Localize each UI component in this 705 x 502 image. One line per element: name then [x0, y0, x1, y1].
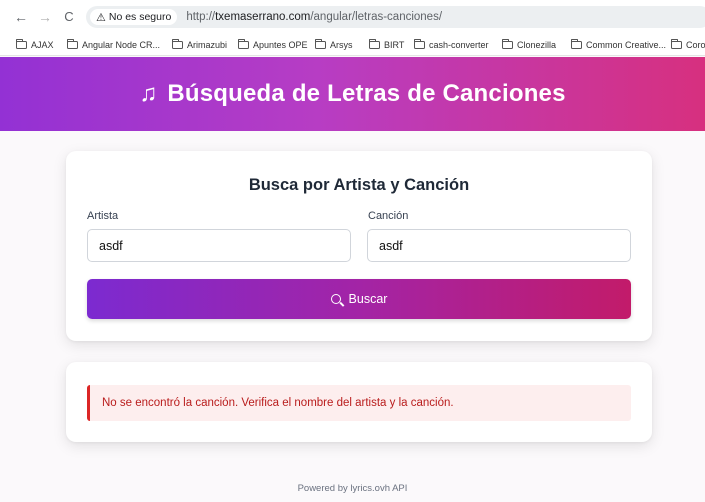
page-title: Búsqueda de Letras de Canciones [167, 80, 566, 107]
bookmark-item[interactable]: Apuntes OPE [238, 39, 308, 50]
bookmark-item[interactable]: Angular Node CR... [67, 39, 160, 50]
url-prefix: http:// [186, 11, 216, 23]
folder-icon [238, 39, 249, 49]
folder-icon [67, 39, 78, 49]
bookmark-item[interactable]: Coro [671, 39, 705, 50]
url-text[interactable]: http://txemaserrano.com/angular/letras-c… [186, 11, 442, 23]
bookmarks-bar: AJAX Angular Node CR... Arimazubi Apunte… [0, 36, 705, 56]
security-label: No es seguro [108, 11, 172, 23]
song-input[interactable] [367, 229, 631, 262]
warning-triangle-icon: ⚠ [96, 11, 106, 24]
bookmark-item[interactable]: BIRT [369, 39, 404, 50]
folder-icon [571, 39, 582, 49]
search-icon [330, 294, 341, 304]
folder-icon [671, 39, 682, 49]
bookmark-item[interactable]: Clonezilla [502, 39, 556, 50]
bookmark-item[interactable]: Arimazubi [172, 39, 227, 50]
song-label: Canción [368, 210, 409, 222]
folder-icon [414, 39, 425, 49]
bookmark-item[interactable]: Arsys [315, 39, 353, 50]
artist-input[interactable] [87, 229, 351, 262]
search-button[interactable]: Buscar [87, 279, 631, 319]
reload-icon[interactable]: C [61, 8, 77, 26]
artist-label: Artista [87, 210, 119, 222]
bookmark-item[interactable]: cash-converter [414, 39, 489, 50]
security-chip[interactable]: ⚠ No es seguro [90, 9, 178, 25]
search-button-label: Buscar [348, 292, 388, 306]
music-note-icon: ♫ [139, 80, 158, 107]
error-card: No se encontró la canción. Verifica el n… [66, 362, 652, 442]
url-path: /angular/letras-canciones/ [310, 11, 443, 23]
folder-icon [502, 39, 513, 49]
error-message: No se encontró la canción. Verifica el n… [87, 385, 631, 421]
bookmark-item[interactable]: AJAX [16, 39, 54, 50]
bookmark-item[interactable]: Common Creative... [571, 39, 666, 50]
back-arrow-icon[interactable]: ← [13, 8, 29, 26]
browser-toolbar: ← → C ⚠ No es seguro http://txemaserrano… [0, 0, 705, 36]
address-bar[interactable]: ⚠ No es seguro http://txemaserrano.com/a… [86, 6, 705, 28]
folder-icon [16, 39, 27, 49]
search-card-title: Busca por Artista y Canción [248, 176, 470, 194]
footer-credit: Powered by lyrics.ovh API [297, 483, 408, 494]
folder-icon [315, 39, 326, 49]
url-host: txemaserrano.com [215, 11, 311, 23]
folder-icon [369, 39, 380, 49]
folder-icon [172, 39, 183, 49]
header-banner: ♫ Búsqueda de Letras de Canciones [0, 57, 705, 131]
forward-arrow-icon[interactable]: → [37, 8, 53, 26]
search-card: Busca por Artista y Canción Artista Canc… [66, 151, 652, 341]
